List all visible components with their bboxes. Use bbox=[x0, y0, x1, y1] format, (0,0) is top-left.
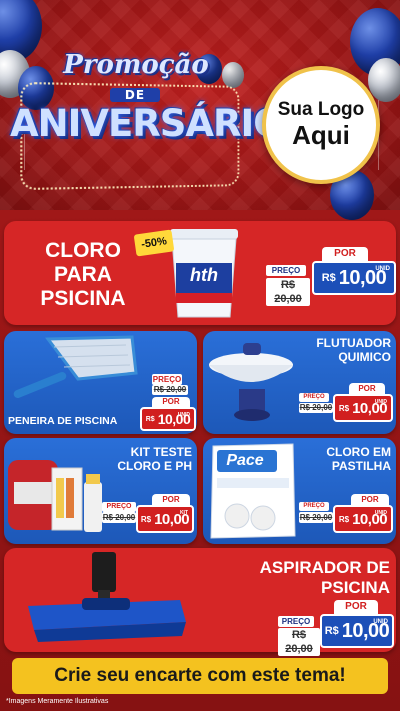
logo-line2: Aqui bbox=[292, 119, 350, 150]
old-price: R$ 20,00 bbox=[299, 512, 333, 523]
por-label: POR bbox=[152, 494, 190, 505]
product-card-pastilha[interactable]: Pace CLORO EM PASTILHA POR PREÇO R$ 20,0… bbox=[203, 438, 396, 544]
balloon-icon bbox=[368, 58, 400, 102]
logo-line1: Sua Logo bbox=[277, 99, 365, 121]
preco-label: PREÇO bbox=[102, 502, 136, 512]
product-title: FLUTUADOR QUIMICO bbox=[316, 336, 391, 364]
price-unit: UNID bbox=[374, 399, 387, 405]
price-box: R$ 10,00 UNID bbox=[333, 394, 393, 422]
preco-label: PREÇO bbox=[299, 502, 329, 511]
price-unit: UNID bbox=[375, 266, 390, 272]
old-price: R$ 20,00 bbox=[278, 628, 320, 656]
product-title: PENEIRA DE PISCINA bbox=[8, 415, 118, 427]
price-currency: R$ bbox=[338, 514, 350, 524]
preco-label: PREÇO bbox=[152, 374, 182, 385]
brand-logo: hth bbox=[190, 265, 218, 285]
pool-vacuum-image bbox=[28, 552, 186, 642]
price-unit: UNID bbox=[373, 619, 388, 625]
test-kit-image bbox=[8, 460, 102, 532]
price-currency: R$ bbox=[324, 625, 339, 637]
product-card-kit[interactable]: KIT TESTE CLORO E PH POR PREÇO R$ 20,00 … bbox=[4, 438, 197, 544]
preco-label: PREÇO bbox=[266, 265, 306, 276]
old-price: R$ 20,00 bbox=[102, 512, 136, 523]
price-box: R$ 10,00 KIT bbox=[136, 505, 194, 533]
product-title: KIT TESTE CLORO E PH bbox=[117, 445, 192, 473]
product-card-aspirador[interactable]: ASPIRADOR DE PSICINA POR PREÇO R$ 20,00 … bbox=[4, 548, 396, 656]
price-box: R$ 10,00 UNID bbox=[320, 614, 394, 648]
por-label: POR bbox=[152, 397, 190, 407]
price-box: R$ 10,00 UNID bbox=[333, 505, 393, 533]
price-unit: UNID bbox=[177, 412, 190, 418]
product-card-cloro[interactable]: CLORO PARA PSICINA hth PREÇO R$ 20,00 PO… bbox=[4, 221, 396, 325]
price-unit: UNID bbox=[374, 510, 387, 516]
old-price: R$ 20,00 bbox=[266, 278, 310, 306]
disclaimer-note: *Imagens Meramente Ilustrativas bbox=[6, 698, 109, 705]
preco-label: PREÇO bbox=[278, 616, 314, 627]
title-script: Promoção bbox=[63, 50, 209, 80]
price-currency: R$ bbox=[338, 403, 350, 413]
product-card-flutuador[interactable]: FLUTUADOR QUIMICO POR R$ 20,00 PREÇO R$ … bbox=[203, 331, 396, 434]
skimmer-net-image bbox=[13, 335, 138, 398]
por-label: POR bbox=[334, 600, 378, 614]
product-title: ASPIRADOR DE PSICINA bbox=[259, 558, 390, 597]
price-currency: R$ bbox=[145, 415, 155, 423]
title-main: ANIVERSÁRIO bbox=[10, 102, 285, 145]
price-box: R$ 10,00 UNID bbox=[140, 407, 196, 431]
product-card-peneira[interactable]: PENEIRA DE PISCINA PREÇO R$ 20,00 POR R$… bbox=[4, 331, 197, 434]
product-title: CLORO EM PASTILHA bbox=[326, 445, 391, 473]
promo-title: Promoção DE ANIVERSÁRIO bbox=[10, 44, 285, 191]
por-label: POR bbox=[349, 383, 385, 394]
title-de: DE bbox=[110, 88, 160, 102]
por-label: POR bbox=[322, 247, 368, 261]
preco-label: PREÇO bbox=[299, 393, 329, 402]
product-title: CLORO PARA PSICINA bbox=[40, 239, 126, 311]
price-currency: R$ bbox=[140, 514, 152, 524]
price-box: R$ 10,00 UNID bbox=[312, 261, 396, 295]
cta-text: Crie seu encarte com este tema! bbox=[54, 665, 346, 686]
price-currency: R$ bbox=[321, 272, 336, 284]
chemical-floater-image bbox=[209, 343, 293, 421]
logo-placeholder[interactable]: Sua Logo Aqui bbox=[262, 66, 380, 184]
brand-logo: Pace bbox=[226, 452, 264, 469]
price-unit: KIT bbox=[179, 510, 188, 516]
old-price: R$ 20,00 bbox=[152, 385, 188, 395]
old-price: R$ 20,00 bbox=[299, 403, 333, 413]
por-label: POR bbox=[351, 494, 389, 505]
cta-banner[interactable]: Crie seu encarte com este tema! bbox=[12, 658, 388, 694]
